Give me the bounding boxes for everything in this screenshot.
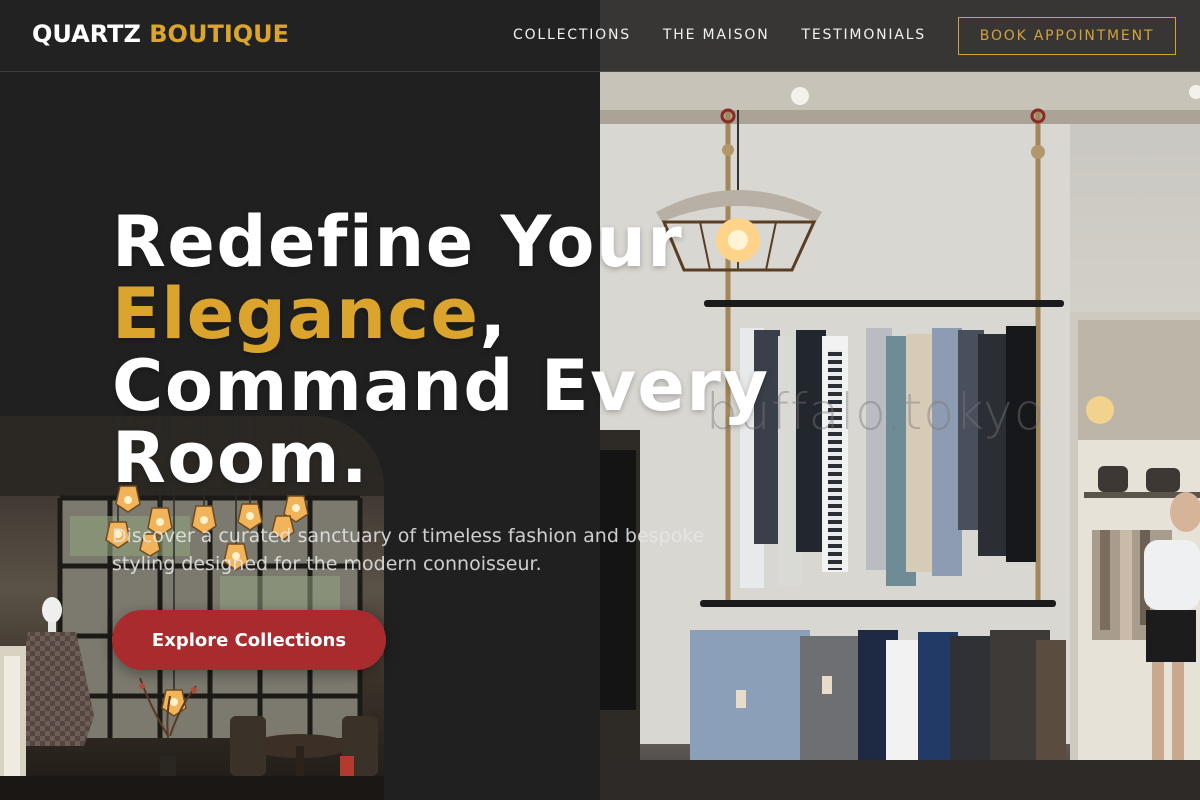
top-navbar: QUARTZ BOUTIQUE COLLECTIONS THE MAISON T…	[0, 0, 1200, 72]
hero-subtitle: Discover a curated sanctuary of timeless…	[112, 525, 705, 575]
hero-title-line-3: Command Every	[112, 345, 770, 427]
hero-title-line-1: Redefine Your	[112, 201, 684, 283]
explore-collections-button[interactable]: Explore Collections	[112, 610, 386, 670]
brand-name-accent: BOUTIQUE	[149, 20, 290, 48]
brand-logo[interactable]: QUARTZ BOUTIQUE	[32, 20, 289, 48]
hero-title-line-2: Elegance,	[112, 278, 769, 350]
nav-link-the-maison[interactable]: THE MAISON	[663, 27, 770, 43]
book-appointment-button[interactable]: BOOK APPOINTMENT	[958, 17, 1176, 55]
hero-title-accent: Elegance	[112, 273, 480, 355]
hero-title-comma: ,	[479, 273, 508, 355]
nav-link-collections[interactable]: COLLECTIONS	[513, 27, 631, 43]
hero-title-line-4: Room.	[112, 417, 370, 499]
nav-link-testimonials[interactable]: TESTIMONIALS	[801, 27, 926, 43]
hero-title: Redefine Your Elegance, Command Every Ro…	[112, 206, 769, 494]
brand-name: QUARTZ	[32, 20, 141, 48]
nav-links: COLLECTIONS THE MAISON TESTIMONIALS	[513, 27, 926, 43]
